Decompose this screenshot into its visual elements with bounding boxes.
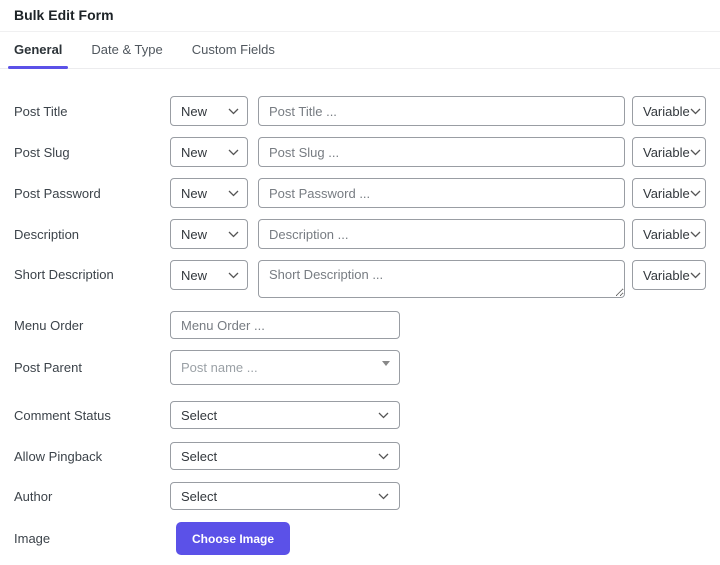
short-description-mode-select[interactable]: New [170, 260, 248, 290]
post-password-label: Post Password [14, 185, 101, 201]
post-title-mode-value: New [181, 103, 208, 119]
chevron-down-icon [228, 149, 239, 156]
description-mode-value: New [181, 226, 208, 242]
post-password-input[interactable] [258, 178, 625, 208]
chevron-down-icon [690, 190, 701, 197]
short-description-mode-value: New [181, 267, 208, 283]
post-slug-variable-select[interactable]: Variable [632, 137, 706, 167]
comment-status-label: Comment Status [14, 407, 111, 423]
short-description-row: Short Description New Variable [14, 260, 706, 298]
description-row: Description New Variable [14, 219, 706, 249]
author-row: Author Select [14, 482, 706, 510]
description-mode-select[interactable]: New [170, 219, 248, 249]
short-description-textarea[interactable] [258, 260, 625, 298]
post-slug-row: Post Slug New Variable [14, 137, 706, 167]
tab-date-type[interactable]: Date & Type [85, 33, 168, 68]
comment-status-row: Comment Status Select [14, 401, 706, 429]
short-description-variable-value: Variable [643, 267, 690, 283]
choose-image-button[interactable]: Choose Image [176, 522, 291, 555]
comment-status-value: Select [181, 407, 218, 423]
general-tab-content: Post Title New Variable Post Slug New Va… [0, 69, 720, 555]
bulk-edit-form-panel: Bulk Edit Form General Date & Type Custo… [0, 0, 720, 565]
chevron-down-icon [228, 231, 239, 238]
tab-custom-fields[interactable]: Custom Fields [186, 33, 281, 68]
menu-order-label: Menu Order [14, 317, 84, 333]
chevron-down-icon [690, 108, 701, 115]
post-title-variable-select[interactable]: Variable [632, 96, 706, 126]
chevron-down-icon [378, 412, 389, 419]
short-description-variable-select[interactable]: Variable [632, 260, 706, 290]
post-parent-placeholder: Post name ... [181, 360, 258, 375]
allow-pingback-label: Allow Pingback [14, 448, 103, 464]
author-value: Select [181, 488, 218, 504]
menu-order-input[interactable] [170, 311, 400, 339]
post-title-input[interactable] [258, 96, 625, 126]
post-parent-label: Post Parent [14, 360, 82, 375]
description-variable-select[interactable]: Variable [632, 219, 706, 249]
post-parent-select[interactable]: Post name ... [170, 350, 400, 385]
allow-pingback-row: Allow Pingback Select [14, 442, 706, 470]
allow-pingback-select[interactable]: Select [170, 442, 400, 470]
chevron-down-icon [228, 190, 239, 197]
description-variable-value: Variable [643, 226, 690, 242]
post-password-mode-select[interactable]: New [170, 178, 248, 208]
chevron-down-icon [690, 149, 701, 156]
chevron-down-icon [690, 231, 701, 238]
post-title-variable-value: Variable [643, 103, 690, 119]
chevron-down-icon [228, 108, 239, 115]
post-slug-input[interactable] [258, 137, 625, 167]
post-title-row: Post Title New Variable [14, 96, 706, 126]
image-label: Image [14, 531, 51, 546]
short-description-label: Short Description [14, 267, 114, 282]
post-slug-variable-value: Variable [643, 144, 690, 160]
menu-order-row: Menu Order [14, 311, 706, 339]
post-slug-label: Post Slug [14, 144, 70, 160]
author-label: Author [14, 488, 53, 504]
post-password-variable-value: Variable [643, 185, 690, 201]
description-input[interactable] [258, 219, 625, 249]
chevron-down-icon [378, 453, 389, 460]
chevron-down-icon [378, 493, 389, 500]
caret-down-icon [382, 361, 390, 366]
post-slug-mode-value: New [181, 144, 208, 160]
page-title: Bulk Edit Form [0, 0, 720, 32]
chevron-down-icon [228, 272, 239, 279]
image-row: Image Choose Image [14, 522, 706, 555]
chevron-down-icon [690, 272, 701, 279]
author-select[interactable]: Select [170, 482, 400, 510]
description-label: Description [14, 226, 80, 242]
tab-general[interactable]: General [8, 33, 69, 69]
post-slug-mode-select[interactable]: New [170, 137, 248, 167]
post-parent-row: Post Parent Post name ... [14, 350, 706, 385]
post-password-variable-select[interactable]: Variable [632, 178, 706, 208]
post-title-mode-select[interactable]: New [170, 96, 248, 126]
post-password-mode-value: New [181, 185, 208, 201]
allow-pingback-value: Select [181, 448, 218, 464]
comment-status-select[interactable]: Select [170, 401, 400, 429]
tab-bar: General Date & Type Custom Fields [0, 32, 720, 69]
post-password-row: Post Password New Variable [14, 178, 706, 208]
post-title-label: Post Title [14, 103, 68, 119]
